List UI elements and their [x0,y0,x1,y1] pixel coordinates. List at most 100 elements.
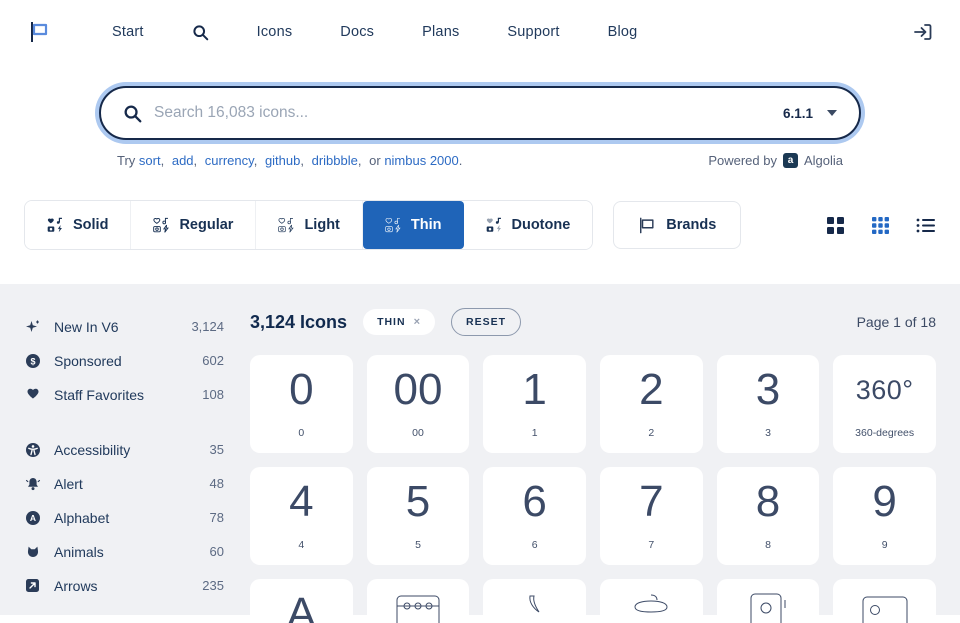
style-cluster-icon [278,218,295,233]
sidebar-item-count: 3,124 [191,319,224,334]
icon-card-accent-grave[interactable] [483,579,586,623]
tab-style-duotone[interactable]: Duotone [463,201,593,249]
font-awesome-logo[interactable] [26,19,52,45]
sidebar-item-staff-favorites[interactable]: Staff Favorites 108 [24,380,238,409]
icon-card-8[interactable]: 8 8 [716,467,820,565]
nav-item-start[interactable]: Start [112,24,144,40]
icon-search-bar[interactable]: 6.1.1 [99,86,861,140]
suggestion-link-add[interactable]: add [172,153,194,168]
tab-style-thin-active[interactable]: Thin [362,201,464,249]
icon-card-address-book[interactable] [716,579,820,623]
suggestion-link-currency[interactable]: currency [205,153,254,168]
search-input[interactable] [154,104,783,122]
icon-card-label: 6 [531,539,538,551]
powered-by-algolia[interactable]: Powered by a Algolia [708,153,843,168]
sidebar-item-alert[interactable]: Alert 48 [24,469,238,498]
icon-glyph-0: 0 [289,365,314,414]
sidebar-item-label: Accessibility [54,441,131,458]
sidebar-item-label: Sponsored [54,352,122,369]
icon-glyph-4: 4 [289,477,314,526]
icon-card-9[interactable]: 9 9 [833,467,936,565]
sidebar-item-count: 48 [209,476,224,491]
icon-card-4[interactable]: 4 4 [250,467,353,565]
view-mode-toggles [826,216,936,235]
icon-card-label: 00 [412,427,424,439]
flag-logo-icon [31,22,48,42]
tab-label: Light [304,217,340,233]
icon-card-1[interactable]: 1 1 [483,355,586,453]
brands-filter-button[interactable]: Brands [613,201,742,249]
chevron-down-icon [827,110,837,116]
icon-card-a[interactable]: A [250,579,353,623]
nav-search-button[interactable] [192,24,209,41]
flag-icon [640,217,654,233]
sidebar-item-count: 108 [202,387,224,402]
sign-in-button[interactable] [912,21,934,43]
icon-card-6[interactable]: 6 6 [483,467,586,565]
brands-label: Brands [666,217,717,233]
nav-item-icons[interactable]: Icons [257,24,293,40]
tab-style-light[interactable]: Light [256,201,363,249]
icon-card-5[interactable]: 5 5 [366,467,470,565]
icon-card-label: 7 [648,539,655,551]
tab-label: Solid [73,217,109,233]
icon-card-acorn[interactable] [599,579,703,623]
sidebar-item-accessibility[interactable]: Accessibility 35 [24,435,238,464]
heart-icon [24,387,41,402]
nav-item-plans[interactable]: Plans [422,24,459,40]
sidebar-item-new-in-v6[interactable]: New In V6 3,124 [24,312,238,341]
version-label: 6.1.1 [782,105,813,121]
view-list-button[interactable] [916,217,936,234]
nav-item-blog[interactable]: Blog [608,24,638,40]
svg-text:$: $ [30,356,35,366]
suggestion-link-github[interactable]: github [265,153,300,168]
tab-label: Thin [410,217,442,233]
icon-card-360-degrees[interactable]: 360° 360-degrees [833,355,936,453]
tab-style-solid[interactable]: Solid [25,201,132,249]
icon-card-label: 360-degrees [855,427,915,439]
version-dropdown[interactable]: 6.1.1 [783,106,837,121]
icon-card-00[interactable]: 00 00 [366,355,470,453]
style-filter-bar: Solid Regular Light Thin Duotone Brands [0,200,960,250]
view-large-grid-button[interactable] [826,216,845,235]
search-hints-row: Try sort, add, currency, github, dribbbl… [99,153,861,168]
search-suggestions: Try sort, add, currency, github, dribbbl… [117,153,463,168]
top-nav: Start Icons Docs Plans Support Blog [0,0,960,64]
sidebar-item-sponsored[interactable]: $ Sponsored 602 [24,346,238,375]
icon-card-0[interactable]: 0 0 [250,355,353,453]
sidebar-item-label: Alert [54,475,83,492]
sidebar-item-animals[interactable]: Animals 60 [24,537,238,566]
icon-card-abacus[interactable] [366,579,470,623]
suggestion-link-sort[interactable]: sort [139,153,161,168]
suggestion-link-dribbble[interactable]: dribbble [312,153,358,168]
tab-style-regular[interactable]: Regular [131,201,257,249]
sidebar-item-arrows[interactable]: Arrows 235 [24,571,238,600]
nav-item-docs[interactable]: Docs [340,24,374,40]
icon-card-label: 8 [765,539,771,551]
icon-card-2[interactable]: 2 2 [599,355,703,453]
sidebar-item-count: 35 [209,442,224,457]
address-card-icon [833,579,936,623]
suggestion-link-nimbus[interactable]: nimbus 2000 [384,153,458,168]
style-cluster-icon [385,218,401,233]
reset-filters-button[interactable]: RESET [451,308,522,336]
icon-glyph-5: 5 [405,477,431,526]
filter-chip-thin[interactable]: THIN × [363,309,435,335]
icon-card-label: 4 [298,539,305,551]
icon-glyph-7: 7 [639,477,664,526]
style-cluster-icon [153,217,170,233]
icon-card-label: 9 [881,539,888,551]
nav-item-support[interactable]: Support [507,24,559,40]
sidebar-item-alphabet[interactable]: A Alphabet 78 [24,503,238,532]
powered-by-text: Powered by [708,153,777,168]
bell-icon [24,476,41,492]
search-icon [193,24,208,40]
icon-card-7[interactable]: 7 7 [599,467,703,565]
icon-card-3[interactable]: 3 3 [716,355,820,453]
algolia-logo-icon: a [782,153,798,168]
icon-card-address-card[interactable] [833,579,936,623]
remove-filter-icon[interactable]: × [414,316,421,328]
or-word: or [369,153,381,168]
icon-card-label: 5 [415,539,421,551]
view-small-grid-button-active[interactable] [871,216,890,235]
